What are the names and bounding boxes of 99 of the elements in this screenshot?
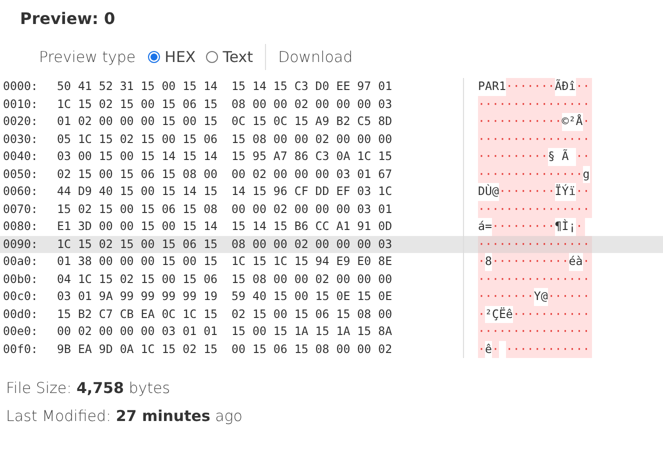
ascii-text: 8: [484, 253, 492, 270]
row-offset: 0070:: [2, 200, 39, 218]
hex-bytes: 15 B2 C7 CB EA 0C 1C 15: [57, 306, 218, 322]
file-info-text: File Size: 4,758 bytes: [6, 378, 172, 399]
hex-bytes: 00 02 00 00 00 03 01 01: [57, 323, 218, 340]
hex-bytes: 03 00 15 00 15 14 15 14: [57, 148, 218, 165]
ascii-text: ©²Å: [562, 113, 583, 130]
unprintable-dots: ········: [498, 183, 555, 200]
unprintable-dots: ················: [478, 236, 590, 252]
unprintable-dots: ················: [478, 96, 590, 112]
row-offset: 00b0:: [2, 270, 39, 288]
file-info-text: Last Modified: 27 minutes ago: [6, 406, 244, 427]
row-offset: 0040:: [2, 148, 39, 165]
radio-label[interactable]: HEX: [164, 48, 196, 66]
ascii-text: § Ã: [548, 148, 576, 166]
ascii-text: ²ÇËê: [484, 306, 513, 323]
hex-bytes: 01 02 00 00 00 15 00 15: [57, 113, 218, 130]
ascii-text: ¶Ì¡: [554, 218, 576, 236]
hex-bytes: 59 40 15 00 15 0E 15 0E: [232, 288, 392, 305]
row-offset: 0090:: [2, 236, 39, 252]
ascii-text: PAR1: [478, 78, 506, 96]
row-offset: 0000:: [2, 78, 39, 95]
radio-button[interactable]: [206, 51, 218, 63]
hex-bytes: 00 15 06 15 08 00 00 02: [232, 340, 392, 358]
unprintable-dots: ················: [478, 130, 590, 148]
ascii-text: ê: [484, 340, 492, 358]
unprintable-dots: ·········: [492, 218, 555, 235]
row-offset: 00f0:: [2, 340, 39, 358]
ascii-text: DÙ@: [478, 183, 499, 200]
hex-bytes: 15 14 15 C3 D0 EE 97 01: [232, 78, 392, 95]
unprintable-dots: ············: [506, 340, 590, 358]
unprintable-dots: ·: [582, 253, 590, 270]
hex-bytes: 08 00 00 02 00 00 00 03: [232, 236, 392, 252]
unprintable-dots: ·: [582, 113, 590, 130]
ascii-text: Y@: [534, 288, 548, 306]
unprintable-dots: ···············: [478, 166, 583, 182]
hex-bytes: 15 08 00 00 02 00 00 00: [232, 270, 392, 288]
ascii-text: éà: [568, 253, 583, 270]
unprintable-dots: ··········: [478, 148, 548, 165]
unprintable-dots: ······: [548, 288, 590, 305]
hex-bytes: 44 D9 40 15 00 15 14 15: [57, 183, 218, 200]
row-offset: 00e0:: [2, 323, 39, 340]
unprintable-dots: ·: [492, 340, 499, 358]
ascii-text: á=: [478, 218, 492, 236]
row-offset: 00d0:: [2, 306, 39, 322]
preview-type-label: Preview type: [39, 48, 136, 66]
unprintable-dots: ················: [478, 200, 590, 218]
hex-bytes: 0C 15 0C 15 A9 B2 C5 8D: [232, 113, 392, 130]
hex-bytes: 01 38 00 00 00 15 00 15: [57, 253, 218, 270]
hex-bytes: 1C 15 02 15 00 15 06 15: [57, 236, 218, 252]
row-offset: 00c0:: [2, 288, 39, 305]
unprintable-dots: ········: [478, 288, 534, 305]
hex-bytes: 1C 15 1C 15 94 E9 E0 8E: [232, 253, 392, 270]
hex-bytes: E1 3D 00 00 15 00 15 14: [57, 218, 218, 235]
hex-bytes: 00 00 02 00 00 00 03 01: [232, 200, 392, 218]
hex-bytes: 15 02 15 00 15 06 15 08: [57, 200, 218, 218]
row-offset: 0060:: [2, 183, 39, 200]
radio-label[interactable]: Text: [222, 48, 254, 66]
unprintable-dots: ··: [576, 148, 590, 165]
hex-bytes: 00 02 00 00 00 03 01 67: [232, 166, 392, 182]
hex-bytes: 15 08 00 00 02 00 00 00: [232, 130, 392, 148]
panel-title: Preview: 0: [20, 8, 116, 30]
ascii-text: ÏÝï: [554, 183, 576, 200]
hex-bytes: 15 95 A7 86 C3 0A 1C 15: [232, 148, 392, 165]
hex-bytes: 50 41 52 31 15 00 15 14: [57, 78, 218, 95]
unprintable-dots: ·: [478, 253, 485, 270]
unprintable-dots: ···········: [492, 253, 569, 270]
row-offset: 0080:: [2, 218, 39, 235]
unprintable-dots: ············: [478, 113, 562, 130]
hex-bytes: 08 00 00 02 00 00 00 03: [232, 96, 392, 112]
row-offset: 0050:: [2, 166, 39, 182]
row-offset: 0020:: [2, 113, 39, 130]
unprintable-dots: ················: [478, 323, 590, 340]
hex-bytes: 15 14 15 B6 CC A1 91 0D: [232, 218, 392, 235]
unprintable-dots: ·: [576, 218, 583, 235]
unprintable-dots: ·: [478, 340, 485, 358]
unprintable-dots: ·: [478, 306, 485, 322]
download-link[interactable]: Download: [278, 48, 353, 66]
row-offset: 0010:: [2, 96, 39, 112]
hex-bytes: 15 00 15 1A 15 1A 15 8A: [232, 323, 392, 340]
hex-bytes: 14 15 96 CF DD EF 03 1C: [232, 183, 392, 200]
unprintable-dots: ···········: [512, 306, 590, 322]
unprintable-dots: ················: [478, 270, 590, 288]
hex-bytes: 05 1C 15 02 15 00 15 06: [57, 130, 218, 148]
radio-button[interactable]: [148, 51, 160, 63]
unprintable-dots: ··: [576, 78, 590, 95]
unprintable-dots: ··: [576, 183, 590, 200]
unprintable-dots: ·······: [506, 78, 555, 95]
hex-bytes: 1C 15 02 15 00 15 06 15: [57, 96, 218, 112]
row-offset: 0030:: [2, 130, 39, 148]
ascii-text: g: [582, 166, 590, 183]
ascii-text: ÃÐî: [554, 78, 576, 96]
hex-bytes: 02 15 00 15 06 15 08 00: [57, 166, 218, 182]
hex-bytes: 9B EA 9D 0A 1C 15 02 15: [57, 340, 218, 358]
hex-bytes: 04 1C 15 02 15 00 15 06: [57, 270, 218, 288]
hex-bytes: 03 01 9A 99 99 99 99 19: [57, 288, 218, 305]
hex-bytes: 02 15 00 15 06 15 08 00: [232, 306, 392, 322]
row-offset: 00a0:: [2, 253, 39, 270]
blank-character: [498, 340, 506, 358]
